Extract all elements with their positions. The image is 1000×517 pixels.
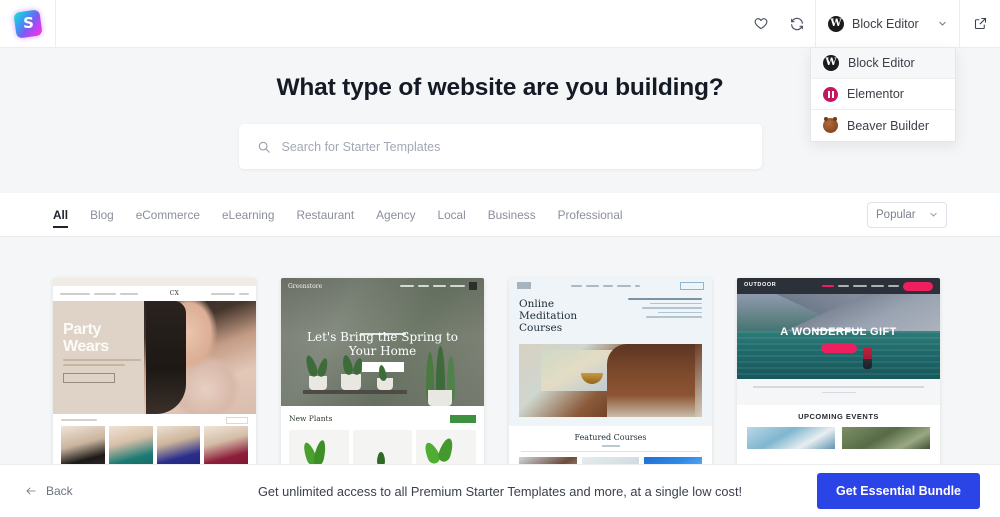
template-hero: Party Wears [53,301,256,414]
template-quote [737,379,940,405]
starter-templates-logo-icon: S [12,8,43,39]
category-tabs: All Blog eCommerce eLearning Restaurant … [53,193,867,236]
template-hero-subtext [628,298,702,321]
template-hero-plants [281,342,484,406]
template-hero-photo [144,301,256,414]
header-spacer [56,0,743,47]
template-product [352,430,413,466]
tab-business[interactable]: Business [488,193,536,236]
beaver-builder-icon [823,117,838,133]
template-card-greenstore[interactable]: Greenstore Let's Bring the Spring to Your… [281,278,484,467]
starter-templates-app: S W Block Editor W Block Editor Elemento… [0,0,1000,517]
template-body: Featured Courses [509,426,712,467]
template-section-heading: Featured Courses [574,433,647,442]
template-body: UPCOMING EVENTS [737,405,940,449]
template-brand: OUTDOOR [744,282,777,289]
elementor-icon [823,86,838,102]
tab-blog[interactable]: Blog [90,193,114,236]
template-product [156,426,201,467]
dropdown-item-label: Beaver Builder [847,118,929,133]
template-event-card [842,427,930,449]
template-nav-cta [903,281,933,291]
template-card-party-wears[interactable]: CX Party Wears [53,278,256,467]
template-section-heading: UPCOMING EVENTS [798,412,879,421]
search-input[interactable] [281,139,744,154]
app-logo-cell: S [0,0,56,47]
template-brand: Greenstore [288,282,323,290]
dropdown-item-beaver-builder[interactable]: Beaver Builder [811,110,955,141]
template-hero-subtext [63,359,141,369]
template-product [289,430,349,466]
template-card-outdoor[interactable]: OUTDOOR A WONDERFUL GIFT UPCOMING EVENTS [737,278,940,467]
template-brand: CX [169,290,180,297]
page-builder-dropdown-menu: W Block Editor Elementor Beaver Builder [810,48,956,142]
tab-professional[interactable]: Professional [558,193,623,236]
template-hero-cta [63,373,115,383]
template-product [204,426,248,467]
template-section-heading: New Plants [289,414,333,423]
sort-dropdown-value: Popular [876,208,916,221]
wordpress-icon: W [828,15,844,32]
page-builder-selector-value: Block Editor [852,16,919,31]
dropdown-item-label: Elementor [847,87,904,101]
template-product [108,426,153,467]
search-bar[interactable] [238,124,762,169]
tab-restaurant[interactable]: Restaurant [296,193,354,236]
chevron-down-icon [930,212,937,217]
template-product [61,426,105,467]
template-nav: OUTDOOR [737,278,940,294]
template-section-cta [450,414,476,423]
template-nav: CX [53,286,256,301]
search-icon [258,141,270,153]
wordpress-icon: W [823,55,839,71]
dropdown-item-elementor[interactable]: Elementor [811,79,955,110]
template-events-grid [737,421,940,449]
template-hero-tall-plant [422,346,468,406]
template-card-online-meditation-courses[interactable]: Online Meditation Courses Featured Cours… [509,278,712,467]
tab-local[interactable]: Local [438,193,466,236]
template-hero: Greenstore Let's Bring the Spring to Your… [281,278,484,406]
template-body: New Plants [281,406,484,466]
heart-icon[interactable] [743,0,779,47]
template-nav [509,278,712,293]
page-builder-selector[interactable]: W Block Editor [815,0,960,47]
tab-ecommerce[interactable]: eCommerce [136,193,200,236]
tab-elearning[interactable]: eLearning [222,193,274,236]
template-nav: Greenstore [281,278,484,294]
sort-dropdown[interactable]: Popular [867,201,947,228]
template-hero-title: A WONDERFUL GIFT [780,326,897,338]
template-hero-figure [862,347,872,369]
template-event-card [747,427,835,449]
template-announcement-bar [53,278,256,286]
template-product-grid [53,426,256,467]
template-product [416,430,477,466]
template-grid: CX Party Wears Greenstore Let's Bring th… [53,278,947,467]
template-product-grid [289,430,477,466]
template-hero-title: Party Wears [63,321,109,355]
open-external-button[interactable] [960,0,1000,47]
tab-agency[interactable]: Agency [376,193,415,236]
get-essential-bundle-button[interactable]: Get Essential Bundle [816,473,980,509]
template-hero-photo [519,344,702,417]
tab-all[interactable]: All [53,193,69,236]
refresh-icon[interactable] [779,0,815,47]
app-header: S W Block Editor [0,0,1000,48]
external-link-icon [974,17,986,30]
dropdown-item-label: Block Editor [848,56,915,70]
chevron-down-icon [939,21,946,26]
app-footer: Back Get unlimited access to all Premium… [0,464,1000,517]
template-hero-cta [820,344,857,353]
dropdown-item-block-editor[interactable]: W Block Editor [811,48,955,79]
category-filter-bar: All Blog eCommerce eLearning Restaurant … [0,193,1000,237]
template-section-header [53,414,256,426]
